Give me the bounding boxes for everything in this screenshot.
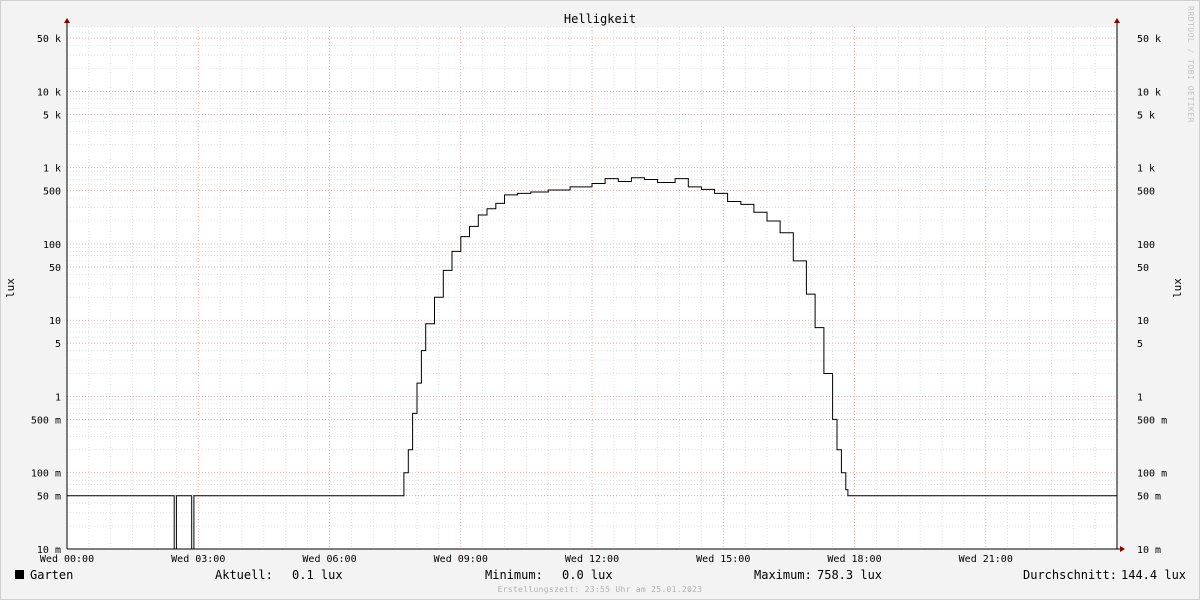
y-tick-label-right: 1 xyxy=(1137,392,1143,403)
y-tick-label-left: 100 xyxy=(43,240,61,251)
y-tick-label-left: 1 xyxy=(55,392,61,403)
x-tick-label: Wed 18:00 xyxy=(827,554,881,565)
y-axis-arrow-left xyxy=(64,18,70,23)
chart-title: Helligkeit xyxy=(564,12,636,26)
y-tick-label-right: 500 xyxy=(1137,187,1155,198)
y-axis-arrow-right xyxy=(1114,18,1120,23)
y-axis-label-left: lux xyxy=(4,278,17,298)
x-tick-label: Wed 00:00 xyxy=(40,554,94,565)
legend-swatch-garten xyxy=(15,570,24,579)
brightness-chart: 50 k 50 k 10 k 10 k 5 k 5 k 1 k 1 k 500 500 100 100… xyxy=(4,12,1184,565)
y-tick-label-left: 10 k xyxy=(37,87,61,98)
y-tick-label-left: 5 k xyxy=(43,110,61,121)
rrdtool-watermark: RRDTOOL / TOBI OETIKER xyxy=(1186,6,1195,123)
y-tick-label-left: 10 xyxy=(49,316,61,327)
y-tick-label-left: 50 m xyxy=(37,492,61,503)
x-tick-label: Wed 06:00 xyxy=(302,554,356,565)
minimum-value: 0.0 lux xyxy=(562,568,613,582)
y-tick-label-right: 500 m xyxy=(1137,415,1167,426)
y-tick-label-left: 50 k xyxy=(37,34,61,45)
x-tick-label: Wed 15:00 xyxy=(696,554,750,565)
y-axis-label-right: lux xyxy=(1171,278,1184,298)
average-value: 144.4 lux xyxy=(1121,568,1187,582)
average-label: Durchschnitt: xyxy=(1023,568,1117,582)
y-tick-label-right: 10 k xyxy=(1137,87,1161,98)
x-tick-label: Wed 09:00 xyxy=(434,554,488,565)
y-tick-label-left: 100 m xyxy=(31,469,61,480)
maximum-label: Maximum: xyxy=(754,568,812,582)
x-axis-arrow xyxy=(1120,546,1125,552)
current-label: Aktuell: xyxy=(215,568,273,582)
creation-time-credit: Erstellungszeit: 23:55 Uhr am 25.01.2023 xyxy=(497,585,703,594)
minimum-label: Minimum: xyxy=(485,568,543,582)
current-value: 0.1 lux xyxy=(292,568,343,582)
y-tick-label-right: 100 xyxy=(1137,240,1155,251)
y-tick-label-right: 10 m xyxy=(1137,545,1161,556)
y-tick-label-right: 50 m xyxy=(1137,492,1161,503)
x-tick-label: Wed 12:00 xyxy=(565,554,619,565)
maximum-value: 758.3 lux xyxy=(817,568,883,582)
x-tick-label: Wed 03:00 xyxy=(171,554,225,565)
y-tick-label-left: 500 xyxy=(43,187,61,198)
y-tick-label-right: 50 k xyxy=(1137,34,1161,45)
y-tick-label-left: 500 m xyxy=(31,415,61,426)
y-tick-label-right: 5 k xyxy=(1137,110,1155,121)
y-tick-label-right: 50 xyxy=(1137,263,1149,274)
y-tick-label-right: 100 m xyxy=(1137,469,1167,480)
y-tick-label-left: 5 xyxy=(55,339,61,350)
y-tick-label-left: 50 xyxy=(49,263,61,274)
x-tick-label: Wed 21:00 xyxy=(959,554,1013,565)
y-tick-label-right: 10 xyxy=(1137,316,1149,327)
y-tick-label-right: 1 k xyxy=(1137,164,1155,175)
y-tick-label-right: 5 xyxy=(1137,339,1143,350)
legend-series-name: Garten xyxy=(30,568,74,582)
y-tick-label-left: 1 k xyxy=(43,164,61,175)
